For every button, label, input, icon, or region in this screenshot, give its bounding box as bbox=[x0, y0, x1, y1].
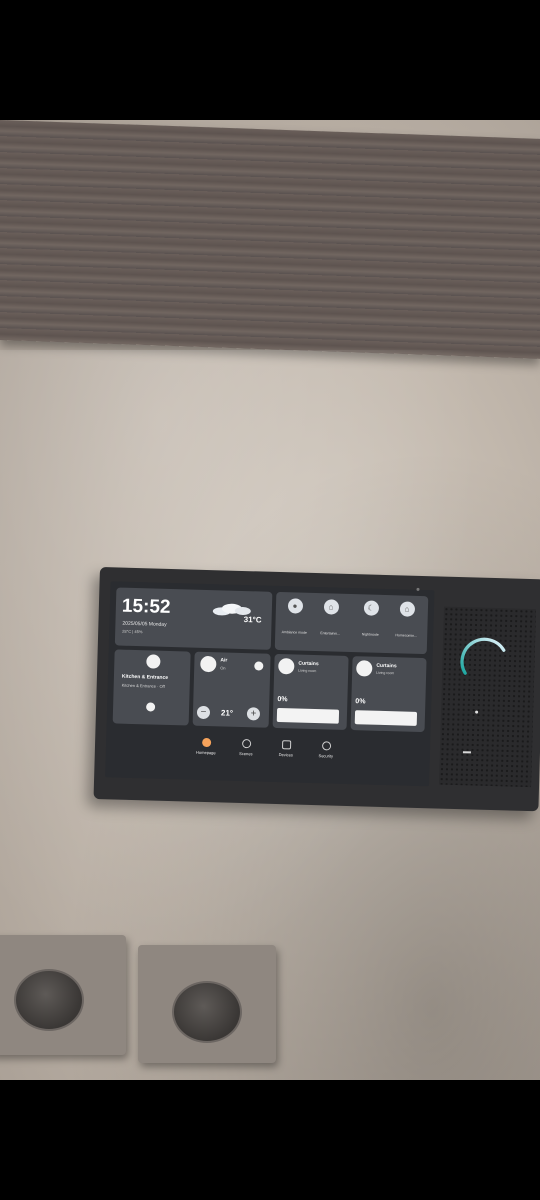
power-socket bbox=[14, 969, 84, 1031]
smart-home-panel: 15:52 2025/05/05 Monday 28°C | 45% 31°C … bbox=[93, 567, 540, 812]
scene-modes-card: ● Ambiance mode ⌂ Entertainm... ☾ Nightm… bbox=[274, 591, 429, 655]
curtain-slider[interactable] bbox=[276, 708, 340, 724]
circle-icon: ● bbox=[287, 598, 303, 614]
air-conditioner-card[interactable]: Air On − 21° + bbox=[192, 651, 271, 728]
nav-security[interactable]: Security bbox=[308, 741, 344, 759]
room-light-card[interactable]: Kitchen & Entrance Kitchen & Entrance · … bbox=[112, 649, 191, 726]
mode-ambiance[interactable]: ● Ambiance mode bbox=[279, 598, 310, 635]
home-icon: ⌂ bbox=[399, 601, 415, 617]
wooden-ceiling-beam bbox=[0, 120, 540, 359]
weather-detail: 28°C | 45% bbox=[122, 628, 143, 635]
curtain-card-1[interactable]: Curtains Living room 0% bbox=[272, 653, 349, 730]
curtain-position: 0% bbox=[277, 696, 288, 704]
photo: 15:52 2025/05/05 Monday 28°C | 45% 31°C … bbox=[0, 120, 540, 1080]
room-subtitle: Kitchen & Entrance · Off bbox=[121, 682, 165, 689]
fan-icon bbox=[200, 655, 217, 673]
room-title: Kitchen & Entrance bbox=[121, 673, 169, 681]
nav-scenes[interactable]: Scenes bbox=[228, 739, 264, 757]
knob-indicator bbox=[475, 710, 479, 714]
scenes-icon bbox=[241, 739, 251, 749]
clock-weather-card[interactable]: 15:52 2025/05/05 Monday 28°C | 45% 31°C bbox=[114, 587, 273, 650]
curtain-position: 0% bbox=[355, 698, 366, 706]
increase-temperature-button[interactable]: + bbox=[246, 707, 261, 721]
home-icon bbox=[201, 737, 211, 748]
air-name: Air bbox=[220, 657, 228, 664]
clock-date: 2025/05/05 Monday bbox=[122, 620, 167, 628]
moon-icon: ☾ bbox=[363, 600, 379, 616]
nav-homepage[interactable]: Homepage bbox=[188, 737, 224, 756]
mode-entertainment[interactable]: ⌂ Entertainm... bbox=[315, 599, 346, 636]
mode-night[interactable]: ☾ Nightmode bbox=[355, 600, 386, 637]
decrease-temperature-button[interactable]: − bbox=[196, 705, 211, 720]
nav-devices[interactable]: Devices bbox=[268, 740, 304, 758]
status-led bbox=[462, 751, 471, 754]
touch-screen[interactable]: 15:52 2025/05/05 Monday 28°C | 45% 31°C … bbox=[105, 581, 435, 787]
mode-homecoming[interactable]: ⌂ Homecomin... bbox=[391, 601, 422, 638]
home-icon: ⌂ bbox=[323, 599, 339, 615]
power-toggle[interactable] bbox=[145, 702, 156, 712]
socket-plate bbox=[138, 945, 276, 1063]
outdoor-temperature: 31°C bbox=[243, 615, 262, 625]
clock-time: 15:52 bbox=[121, 595, 171, 618]
air-status: On bbox=[220, 665, 226, 671]
devices-icon bbox=[281, 740, 291, 750]
air-power-toggle[interactable] bbox=[254, 661, 264, 671]
wall-sockets bbox=[0, 935, 540, 1080]
light-bulb-icon bbox=[146, 654, 161, 669]
rotary-knob-ring[interactable] bbox=[457, 633, 512, 688]
curtain-icon bbox=[356, 660, 373, 677]
power-socket bbox=[172, 981, 242, 1043]
temperature-setpoint: 21° bbox=[220, 708, 234, 718]
bottom-navigation: Homepage Scenes Devices Security bbox=[105, 729, 430, 786]
curtain-slider[interactable] bbox=[354, 710, 418, 726]
socket-plate bbox=[0, 935, 126, 1055]
ambient-sensor bbox=[416, 587, 420, 591]
curtain-icon bbox=[278, 658, 295, 675]
curtain-card-2[interactable]: Curtains Living room 0% bbox=[350, 656, 427, 733]
security-icon bbox=[321, 741, 331, 751]
